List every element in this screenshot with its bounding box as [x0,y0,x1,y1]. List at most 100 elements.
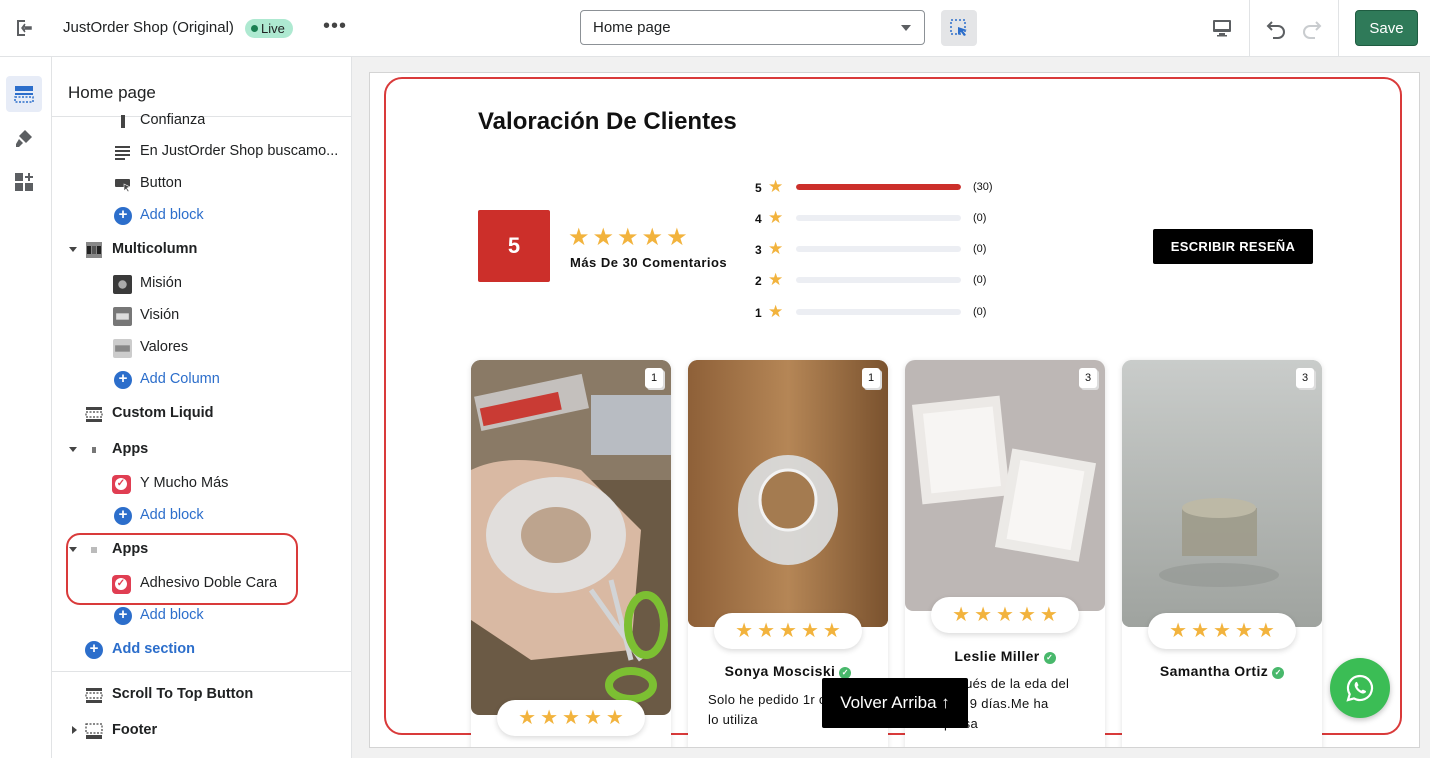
sections-tab[interactable] [6,76,42,112]
average-score-badge: 5 [478,210,550,282]
whatsapp-chat-button[interactable] [1330,658,1390,718]
star-icon: ★ [583,707,602,729]
star-icon: ★ [641,224,664,251]
add-block-button[interactable]: + Add block [52,599,351,631]
review-photo[interactable] [905,360,1105,611]
rating-bar [796,277,961,283]
star-icon: ★ [1191,620,1210,642]
star-icon: ★ [768,302,784,321]
review-card[interactable]: 1 ★ ★ ★ ★ ★ [471,360,671,747]
sidebar-item-button[interactable]: Button [52,167,351,199]
average-rating-stars: ★ ★ ★ ★ ★ [568,223,691,251]
vision-thumbnail-icon [113,307,132,326]
rating-level: 3 [755,243,762,257]
text-icon [121,115,125,128]
photo-count-badge: 3 [1079,368,1097,388]
desktop-preview-icon[interactable] [1211,17,1233,39]
rating-distribution-row: 3 ★ (0) [755,239,995,260]
add-circle-icon: + [114,207,132,225]
star-icon: ★ [974,604,993,626]
multicolumn-thumbnail-icon [86,242,102,258]
reviewer-name: Sonya Mosciski ✓ [688,663,888,679]
star-icon: ★ [757,620,776,642]
save-button[interactable]: Save [1355,10,1418,46]
review-photo[interactable] [471,360,671,715]
rating-bar [796,309,961,315]
editor-topbar: JustOrder Shop (Original) Live ••• Home … [0,0,1430,57]
reviewer-name: Samantha Ortiz ✓ [1122,663,1322,679]
rating-distribution-row: 4 ★ (0) [755,208,995,229]
inspector-toggle-button[interactable] [941,10,977,46]
sidebar-section-custom-liquid[interactable]: Custom Liquid [52,397,351,429]
review-photo[interactable] [1122,360,1322,627]
editor-rail [0,57,52,758]
star-icon: ★ [735,620,754,642]
add-section-button[interactable]: + Add section [52,633,351,665]
section-dashed-icon [85,407,103,422]
page-select-value: Home page [593,19,671,36]
toolbar-divider [1249,0,1250,56]
star-icon: ★ [768,270,784,289]
add-block-button[interactable]: + Add block [52,499,351,531]
comments-count-label: Más De 30 Comentarios [570,255,728,270]
review-app-icon [112,475,131,494]
rating-bar [796,246,961,252]
sidebar-section-scroll-to-top[interactable]: Scroll To Top Button [52,678,351,710]
sidebar-item-mision[interactable]: Misión [52,267,351,299]
rating-level: 5 [755,181,762,195]
review-photo[interactable] [688,360,888,627]
app-embeds-tab[interactable] [6,164,42,200]
rating-distribution-row: 2 ★ (0) [755,270,995,291]
review-rating-stars: ★ ★ ★ ★ ★ [497,700,645,736]
review-card[interactable]: 3 ★ ★ ★ ★ ★ Samantha Ortiz ✓ [1122,360,1322,747]
add-circle-icon: + [114,507,132,525]
star-icon: ★ [952,604,971,626]
add-column-button[interactable]: + Add Column [52,363,351,395]
star-icon: ★ [822,620,841,642]
review-rating-stars: ★ ★ ★ ★ ★ [714,613,862,649]
sidebar-title: Home page [68,83,156,102]
rating-level: 1 [755,306,762,320]
sections-sidebar: Home page Confianza En JustOrder Shop bu… [52,57,352,758]
verified-check-icon: ✓ [1272,667,1285,679]
star-icon: ★ [562,707,580,729]
storefront-preview[interactable]: Valoración De Clientes 5 ★ ★ ★ ★ ★ Más De 30… [369,72,1420,748]
exit-icon[interactable] [13,17,35,39]
photo-count-badge: 1 [645,368,663,388]
add-circle-icon: + [114,607,132,625]
add-block-button[interactable]: + Add block [52,199,351,231]
theme-settings-tab[interactable] [6,120,42,156]
scroll-to-top-button[interactable]: Volver Arriba ↑ [822,678,968,728]
sidebar-section-multicolumn[interactable]: Multicolumn [52,233,351,265]
sidebar-section-apps[interactable]: Apps [52,433,351,465]
sidebar-item-vision[interactable]: Visión [52,299,351,331]
sidebar-item-y-mucho-mas[interactable]: Y Mucho Más [52,467,351,499]
whatsapp-icon [1346,674,1374,702]
more-actions-icon[interactable]: ••• [323,16,346,39]
sidebar-section-footer[interactable]: Footer [52,714,351,746]
star-icon: ★ [1039,604,1058,626]
star-icon: ★ [768,177,784,196]
star-icon: ★ [800,620,819,642]
select-cursor-icon [950,19,967,36]
reviewer-name: Leslie Miller ✓ [905,648,1105,664]
star-icon: ★ [518,707,537,729]
preview-canvas-area: Valoración De Clientes 5 ★ ★ ★ ★ ★ Más De 30… [353,57,1430,758]
sidebar-item-text-block[interactable]: En JustOrder Shop buscamo... [52,135,351,167]
sidebar-item-valores[interactable]: Valores [52,331,351,363]
rating-distribution-row: 5 ★ (30) [755,177,995,198]
star-icon: ★ [996,604,1014,626]
photo-count-badge: 1 [862,368,880,388]
apps-section-icon [92,447,96,453]
redo-icon[interactable] [1300,16,1324,40]
highlight-annotation [66,533,298,605]
star-icon: ★ [1169,620,1188,642]
undo-icon[interactable] [1264,16,1288,40]
rating-count: (0) [973,243,987,255]
photo-count-badge: 3 [1296,368,1314,388]
sidebar-item-confianza[interactable]: Confianza [52,104,351,136]
star-icon: ★ [1256,620,1275,642]
sections-icon [14,86,34,103]
page-select[interactable]: Home page [580,10,925,45]
write-review-button[interactable]: ESCRIBIR RESEÑA [1153,229,1313,264]
